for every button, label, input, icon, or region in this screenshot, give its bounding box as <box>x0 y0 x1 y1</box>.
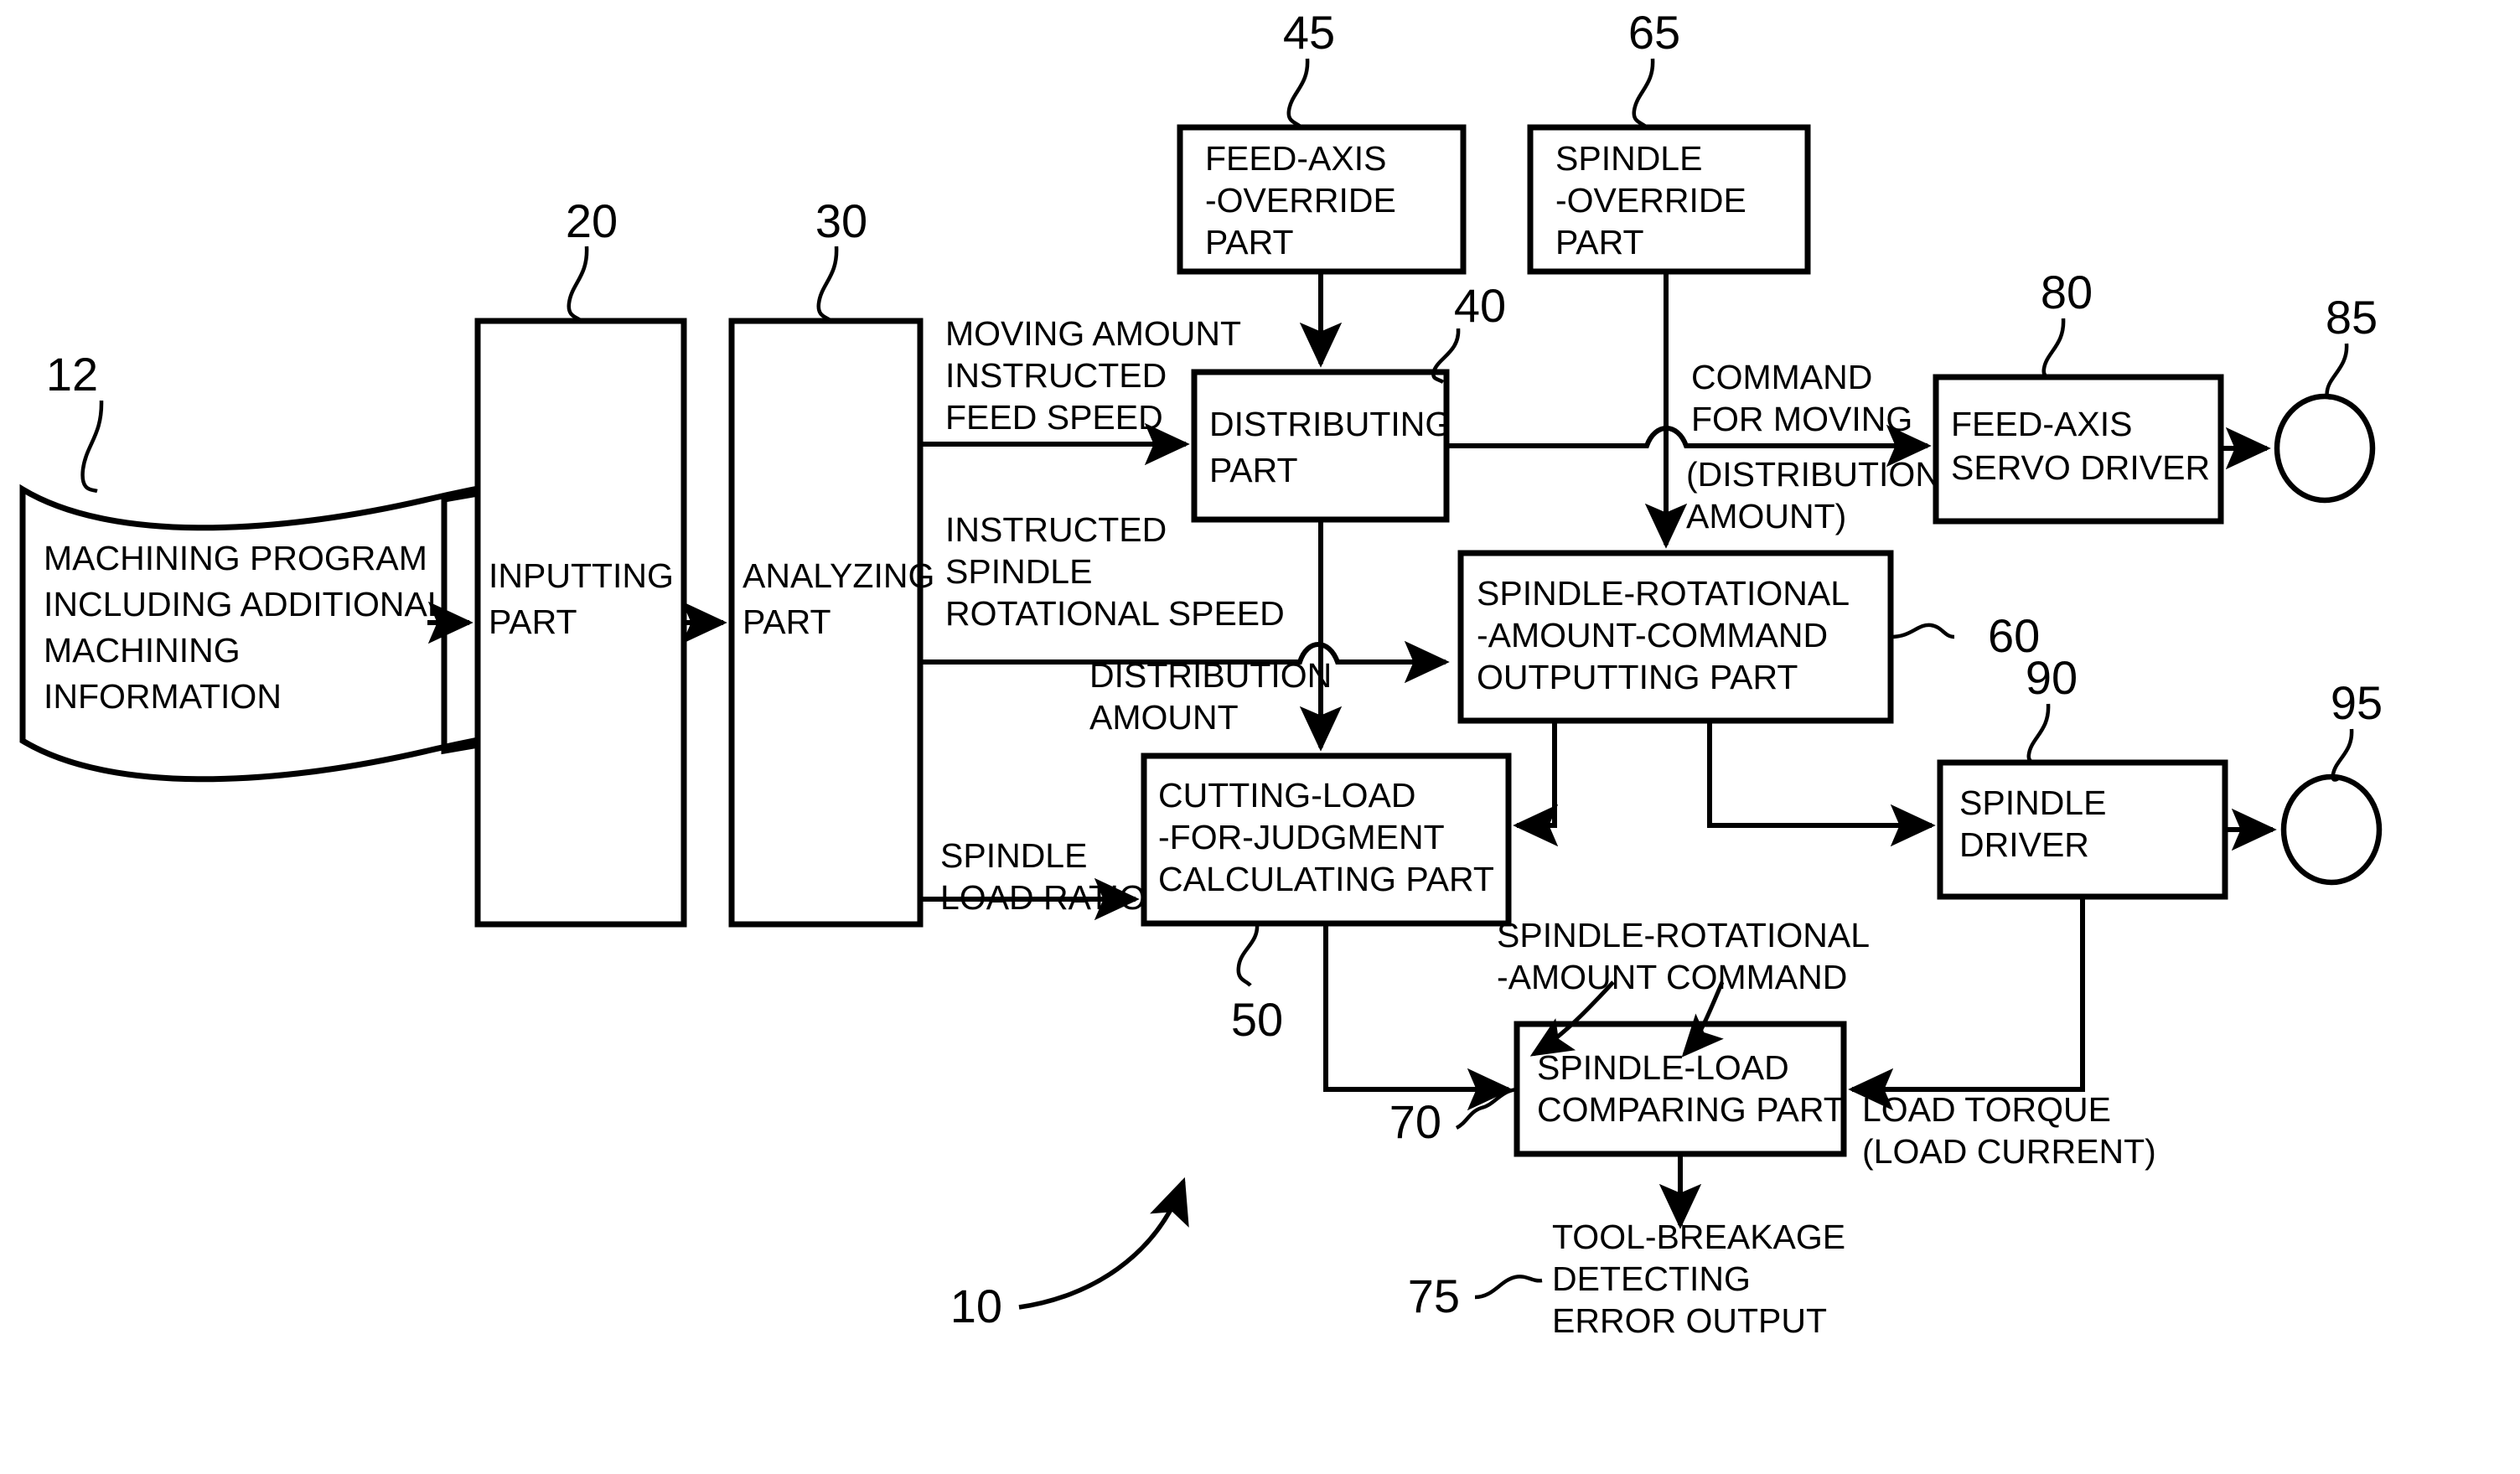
ref-numeral-80: 80 <box>2041 266 2093 318</box>
srac-outputting-line-2: OUTPUTTING PART <box>1477 658 1798 696</box>
command-for-moving-line-1: FOR MOVING <box>1691 400 1912 438</box>
leader-10-arrow <box>1018 1177 1189 1310</box>
moving-amount-line-1: INSTRUCTED <box>945 356 1167 395</box>
load-torque-line-1: (LOAD CURRENT) <box>1862 1132 2156 1171</box>
spindle-load-comparing-line-1: COMPARING PART <box>1537 1090 1845 1129</box>
ref-numeral-30: 30 <box>815 194 867 247</box>
machining-program-line-0: MACHINING PROGRAM <box>44 539 427 577</box>
leader-12 <box>80 400 104 494</box>
analyzing-part-line-0: ANALYZING <box>743 556 934 595</box>
inputting-part-line-1: PART <box>489 603 577 641</box>
feed-axis-override-line-0: FEED-AXIS <box>1205 139 1386 178</box>
ref-numeral-90: 90 <box>2026 651 2078 704</box>
ref-numeral-20: 20 <box>566 194 618 247</box>
line-srac-to-spindle-driver <box>1707 721 1936 847</box>
ref-numeral-40: 40 <box>1454 279 1506 332</box>
block-distributing-part <box>1191 369 1450 523</box>
leader-50 <box>1236 923 1260 987</box>
instructed-spindle-line-2: ROTATIONAL SPEED <box>945 594 1285 633</box>
block-diagram-svg: MACHINING PROGRAM INCLUDING ADDITIONAL M… <box>19 6 2383 1340</box>
distributing-part-line-1: PART <box>1209 451 1298 489</box>
machining-program-line-3: INFORMATION <box>44 677 282 716</box>
srac-outputting-line-0: SPINDLE-ROTATIONAL <box>1477 574 1850 613</box>
ref-numeral-95: 95 <box>2331 676 2383 729</box>
ref-numeral-65: 65 <box>1628 6 1680 59</box>
spindle-driver-line-0: SPINDLE <box>1959 784 2106 822</box>
label-distribution-amount: DISTRIBUTION AMOUNT <box>1089 656 1332 737</box>
srac-label-line-1: -AMOUNT COMMAND <box>1497 958 1847 996</box>
label-spindle-rotational-amount-command: SPINDLE-ROTATIONAL -AMOUNT COMMAND <box>1497 916 1870 996</box>
srac-label-line-0: SPINDLE-ROTATIONAL <box>1497 916 1870 954</box>
spindle-driver-line-1: DRIVER <box>1959 825 2089 864</box>
error-output-line-2: ERROR OUTPUT <box>1552 1301 1827 1340</box>
spindle-override-line-2: PART <box>1555 223 1644 261</box>
command-for-moving-line-0: COMMAND <box>1691 358 1872 396</box>
error-output-line-0: TOOL-BREAKAGE <box>1552 1218 1845 1256</box>
spindle-motor-95 <box>2280 773 2383 886</box>
load-torque-line-0: LOAD TORQUE <box>1862 1090 2111 1129</box>
machining-program-line-1: INCLUDING ADDITIONAL <box>44 585 447 623</box>
leader-20 <box>567 246 589 323</box>
line-srac-to-cutting-load <box>1513 721 1559 847</box>
cutting-load-line-1: -FOR-JUDGMENT <box>1158 818 1445 856</box>
label-load-torque: LOAD TORQUE (LOAD CURRENT) <box>1862 1090 2156 1171</box>
error-output-line-1: DETECTING <box>1552 1259 1751 1298</box>
moving-amount-line-0: MOVING AMOUNT <box>945 314 1241 353</box>
ref-numeral-45: 45 <box>1283 6 1335 59</box>
label-spindle-load-ratio: SPINDLE LOAD RATIO <box>940 836 1146 917</box>
spindle-override-line-1: -OVERRIDE <box>1555 181 1746 220</box>
leader-75 <box>1474 1275 1543 1300</box>
distribution-amount-line-1: AMOUNT <box>1089 698 1239 737</box>
leader-60 <box>1890 623 1955 639</box>
command-for-moving-line-3: AMOUNT) <box>1686 497 1846 535</box>
patent-figure-root: MACHINING PROGRAM INCLUDING ADDITIONAL M… <box>0 0 2520 1474</box>
instructed-spindle-line-0: INSTRUCTED <box>945 510 1167 549</box>
ref-numeral-70: 70 <box>1389 1095 1441 1148</box>
feed-axis-servo-driver-line-1: SERVO DRIVER <box>1951 448 2210 487</box>
spindle-load-ratio-line-0: SPINDLE <box>940 836 1087 875</box>
cutting-load-line-2: CALCULATING PART <box>1158 860 1494 898</box>
analyzing-part-line-1: PART <box>743 603 831 641</box>
srac-outputting-line-1: -AMOUNT-COMMAND <box>1477 616 1828 654</box>
cutting-load-line-0: CUTTING-LOAD <box>1158 776 1416 815</box>
ref-numeral-12: 12 <box>46 348 98 401</box>
label-tool-breakage-error-output: TOOL-BREAKAGE DETECTING ERROR OUTPUT <box>1552 1218 1845 1340</box>
machining-program-line-2: MACHINING <box>44 631 241 670</box>
distribution-amount-line-0: DISTRIBUTION <box>1089 656 1332 695</box>
ref-numeral-50: 50 <box>1231 993 1283 1046</box>
feed-axis-servo-driver-line-0: FEED-AXIS <box>1951 405 2132 443</box>
feed-axis-override-line-2: PART <box>1205 223 1294 261</box>
feed-axis-motor-85 <box>2274 393 2376 504</box>
label-instructed-spindle-rotational-speed: INSTRUCTED SPINDLE ROTATIONAL SPEED <box>945 510 1285 633</box>
spindle-override-line-0: SPINDLE <box>1555 139 1702 178</box>
instructed-spindle-line-1: SPINDLE <box>945 552 1092 591</box>
leader-30 <box>816 246 839 323</box>
leader-65 <box>1632 58 1655 129</box>
moving-amount-line-2: FEED SPEED <box>945 398 1163 437</box>
distributing-part-line-0: DISTRIBUTING <box>1209 405 1451 443</box>
command-for-moving-line-2: (DISTRIBUTION <box>1686 455 1940 494</box>
spindle-load-comparing-line-0: SPINDLE-LOAD <box>1537 1048 1789 1087</box>
block-spindle-load-comparing-part <box>1514 1021 1847 1157</box>
ref-numeral-10: 10 <box>950 1280 1002 1332</box>
leader-95 <box>2331 728 2354 782</box>
ref-numeral-75: 75 <box>1408 1270 1460 1322</box>
leader-85 <box>2325 343 2349 400</box>
leader-70 <box>1455 1087 1518 1130</box>
feed-axis-override-line-1: -OVERRIDE <box>1205 181 1396 220</box>
leader-45 <box>1286 58 1310 129</box>
spindle-load-ratio-line-1: LOAD RATIO <box>940 878 1146 917</box>
line-load-torque-to-comparing-part <box>1848 897 2085 1111</box>
ref-numeral-85: 85 <box>2326 291 2378 344</box>
line-cutting-load-to-comparing-part <box>1323 923 1513 1111</box>
leader-90 <box>2026 703 2051 765</box>
leader-80 <box>2041 318 2066 380</box>
inputting-part-line-0: INPUTTING <box>489 556 674 595</box>
